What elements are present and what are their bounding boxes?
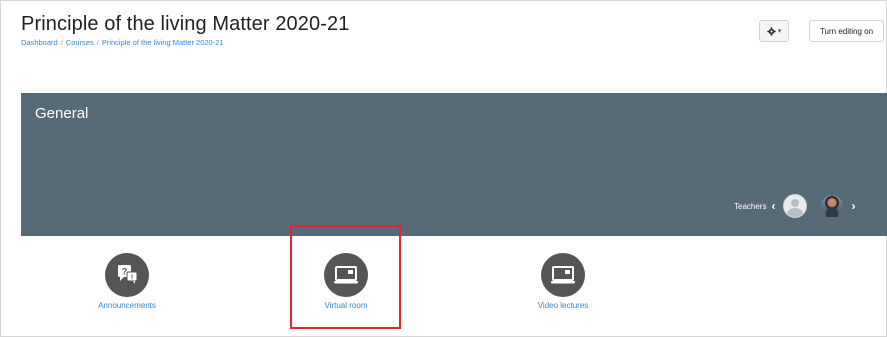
activity-video-lectures[interactable]: Video lectures <box>493 253 633 310</box>
turn-editing-on-button[interactable]: Turn editing on <box>809 20 884 42</box>
teachers-strip: Teachers ‹ › <box>734 194 855 218</box>
svg-text:?: ? <box>122 267 128 277</box>
caret-down-icon: ▾ <box>777 28 782 35</box>
announcements-icon: ? ! <box>105 253 149 297</box>
breadcrumb: Dashboard / Courses / Principle of the livin… <box>21 38 224 47</box>
teachers-label: Teachers <box>734 201 767 211</box>
section-general-banner: General Teachers ‹ › <box>21 93 887 236</box>
activity-announcements[interactable]: ? ! Announcements <box>57 253 197 310</box>
breadcrumb-dashboard[interactable]: Dashboard <box>21 38 58 47</box>
page-title: Principle of the living Matter 2020-21 <box>21 13 350 35</box>
breadcrumb-courses[interactable]: Courses <box>66 38 94 47</box>
settings-menu-button[interactable]: ▾ <box>759 20 789 42</box>
highlight-annotation-box <box>290 225 401 329</box>
svg-text:!: ! <box>131 275 133 282</box>
course-page: Principle of the living Matter 2020-21 D… <box>0 0 887 337</box>
teacher-avatar-photo[interactable] <box>821 195 844 217</box>
breadcrumb-course[interactable]: Principle of the living Matter 2020-21 <box>102 38 224 47</box>
gear-icon <box>767 26 776 36</box>
activity-label-announcements[interactable]: Announcements <box>57 301 197 310</box>
teacher-avatar-placeholder[interactable] <box>783 194 808 218</box>
chevron-left-icon[interactable]: ‹ <box>771 199 775 213</box>
chevron-right-icon[interactable]: › <box>851 199 855 213</box>
breadcrumb-separator: / <box>96 38 99 47</box>
section-title: General <box>35 105 89 122</box>
breadcrumb-separator: / <box>60 38 63 47</box>
activity-label-video-lectures[interactable]: Video lectures <box>493 301 633 310</box>
video-lectures-icon <box>541 253 585 297</box>
